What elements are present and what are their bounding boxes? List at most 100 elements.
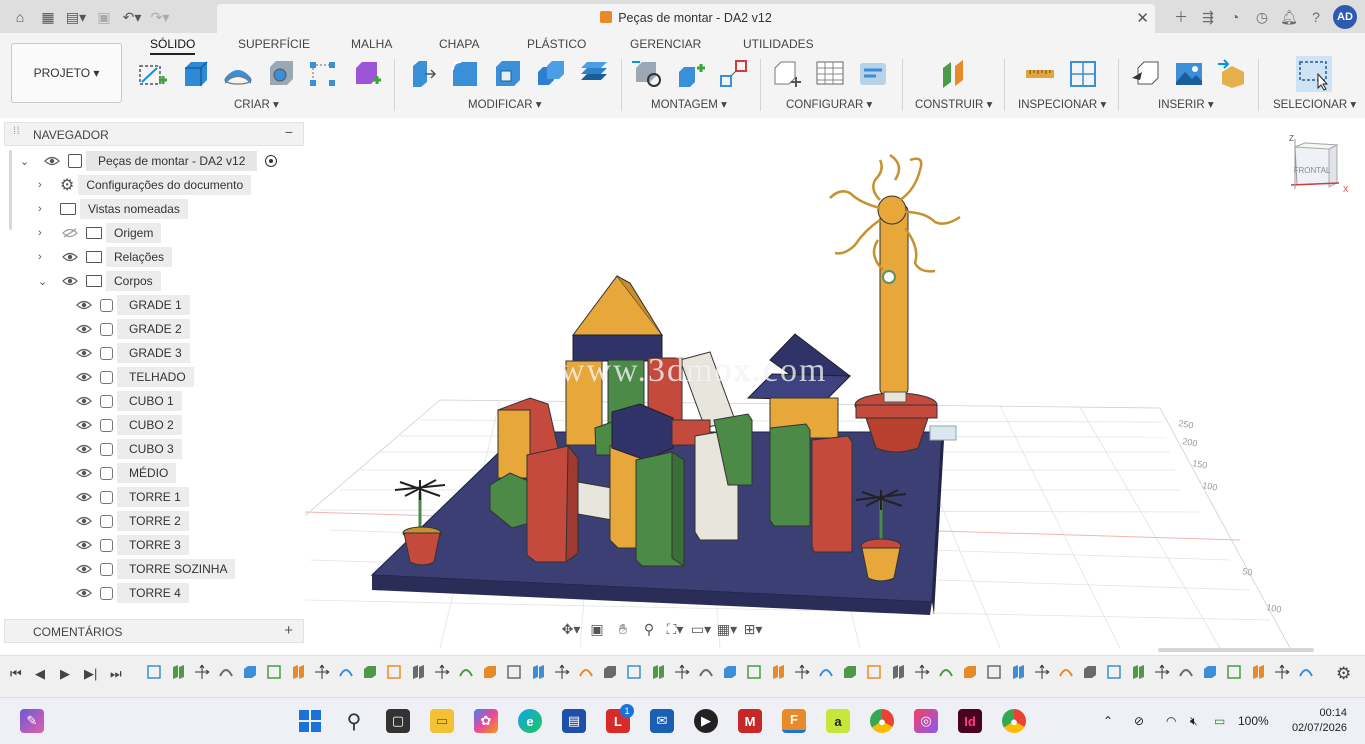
widgets-icon[interactable]: ✎ [20,709,44,733]
timeline-feature-icon[interactable] [890,664,906,680]
tree-body-item[interactable]: MÉDIO [76,462,177,484]
timeline-feature-icon[interactable] [314,664,330,680]
store-icon[interactable]: ▤ [562,709,586,733]
timeline-feature-icon[interactable] [746,664,762,680]
close-tab-icon[interactable]: ✕ [1136,9,1149,27]
select-icon[interactable] [1296,56,1332,92]
add-comment-icon[interactable]: + [284,622,293,639]
visibility-eye-icon[interactable] [76,372,92,382]
tree-body-item[interactable]: GRADE 2 [76,318,190,340]
joint-icon[interactable] [675,58,707,90]
sunflower-plant[interactable] [829,153,961,396]
extrude-icon[interactable] [179,58,211,90]
timeline-feature-icon[interactable] [482,664,498,680]
timeline-feature-icon[interactable] [794,664,810,680]
timeline-feature-icon[interactable] [146,664,162,680]
timeline-feature-icon[interactable] [218,664,234,680]
extensions-icon[interactable]: ⇶ [1198,6,1218,28]
comments-panel[interactable]: COMENTÁRIOS + [4,619,304,643]
timeline-feature-icon[interactable] [962,664,978,680]
configure-theme-icon[interactable] [857,58,889,90]
timeline-feature-icon[interactable] [914,664,930,680]
tree-item-relacoes[interactable]: › Relações [38,246,173,268]
tree-body-item[interactable]: TELHADO [76,366,194,388]
collapse-panel-icon[interactable]: − [285,124,293,140]
as-built-joint-icon[interactable] [718,58,750,90]
chrome-icon[interactable]: ● [870,709,894,733]
timeline-feature-icon[interactable] [506,664,522,680]
home-icon[interactable]: ⌂ [8,6,32,28]
group-criar[interactable]: CRIAR ▾ [234,97,279,111]
visibility-eye-icon[interactable] [62,252,78,262]
insert-mcmaster-icon[interactable] [1216,58,1248,90]
timeline-feature-icon[interactable] [1010,664,1026,680]
tree-body-item[interactable]: TORRE 4 [76,582,189,604]
combine-icon[interactable] [535,58,567,90]
hidden-eye-icon[interactable] [62,228,78,238]
create-form-icon[interactable] [351,58,383,90]
timeline-feature-icon[interactable] [986,664,1002,680]
timeline-feature-icon[interactable] [338,664,354,680]
timeline-feature-icon[interactable] [194,664,210,680]
timeline-feature-icon[interactable] [626,664,642,680]
timeline-feature-icon[interactable] [1178,664,1194,680]
insert-canvas-icon[interactable] [1173,58,1205,90]
display-settings-icon[interactable]: ▭▾ [690,619,712,639]
wifi-icon[interactable]: ◠ [1166,714,1176,728]
start-menu-icon[interactable] [298,709,322,733]
timeline-feature-icon[interactable] [266,664,282,680]
viewports-icon[interactable]: ⊞▾ [742,619,764,639]
indesign-icon[interactable]: Id [958,709,982,733]
photo-app-icon[interactable]: ◎ [914,709,938,733]
visibility-eye-icon[interactable] [76,516,92,526]
timeline-feature-icon[interactable] [674,664,690,680]
timeline-feature-icon[interactable] [722,664,738,680]
timeline-feature-icon[interactable] [242,664,258,680]
timeline-feature-icon[interactable] [650,664,666,680]
fillet-icon[interactable] [449,58,481,90]
timeline-feature-icon[interactable] [1106,664,1122,680]
system-clock[interactable]: 00:14 02/07/2026 [1292,706,1347,736]
fusion-app-icon[interactable]: F [782,709,806,733]
chevron-down-icon[interactable]: ⌄ [20,155,32,168]
timeline-feature-icon[interactable] [602,664,618,680]
visibility-eye-icon[interactable] [76,588,92,598]
app-a-icon[interactable]: a [826,709,850,733]
group-construir[interactable]: CONSTRUIR ▾ [915,97,992,111]
timeline-feature-icon[interactable] [1034,664,1050,680]
measure-icon[interactable] [1024,58,1056,90]
show-hidden-icons[interactable]: ⌃ [1103,714,1113,728]
visibility-eye-icon[interactable] [76,396,92,406]
timeline-feature-icon[interactable] [1298,664,1314,680]
visibility-eye-icon[interactable] [76,564,92,574]
group-modificar[interactable]: MODIFICAR ▾ [468,97,542,111]
grid-settings-icon[interactable]: ▦▾ [716,619,738,639]
3d-viewport[interactable]: 250 200 150 100 50 100 [305,118,1365,648]
edge-browser-icon[interactable]: e [518,709,542,733]
chevron-right-icon[interactable]: › [38,227,50,239]
tower-green-right[interactable] [769,423,811,527]
timeline-feature-icon[interactable] [1058,664,1074,680]
timeline-feature-icon[interactable] [530,664,546,680]
chevron-right-icon[interactable]: › [38,251,50,263]
task-view-icon[interactable]: ▢ [386,709,410,733]
tab-malha[interactable]: MALHA [351,37,392,51]
save-icon[interactable]: ▣ [92,6,116,28]
tree-body-item[interactable]: TORRE 2 [76,510,189,532]
media-player-icon[interactable]: ▶ [694,709,718,733]
defender-icon[interactable]: ⊘ [1134,714,1144,728]
offset-plane-icon[interactable] [937,58,969,90]
visibility-eye-icon[interactable] [76,468,92,478]
tree-body-item[interactable]: TORRE 1 [76,486,189,508]
timeline-feature-icon[interactable] [170,664,186,680]
timeline-feature-icon[interactable] [1226,664,1242,680]
notifications-icon[interactable]: 🔔︎ [1279,6,1299,28]
section-analysis-icon[interactable] [1067,58,1099,90]
fit-icon[interactable]: ⛶▾ [664,619,686,639]
new-tab-icon[interactable]: ＋ [1171,6,1191,28]
group-inspecionar[interactable]: INSPECIONAR ▾ [1018,97,1106,111]
timeline-feature-icon[interactable] [410,664,426,680]
group-configurar[interactable]: CONFIGURAR ▾ [786,97,872,111]
tab-plastico[interactable]: PLÁSTICO [527,37,586,51]
timeline-feature-icon[interactable] [434,664,450,680]
